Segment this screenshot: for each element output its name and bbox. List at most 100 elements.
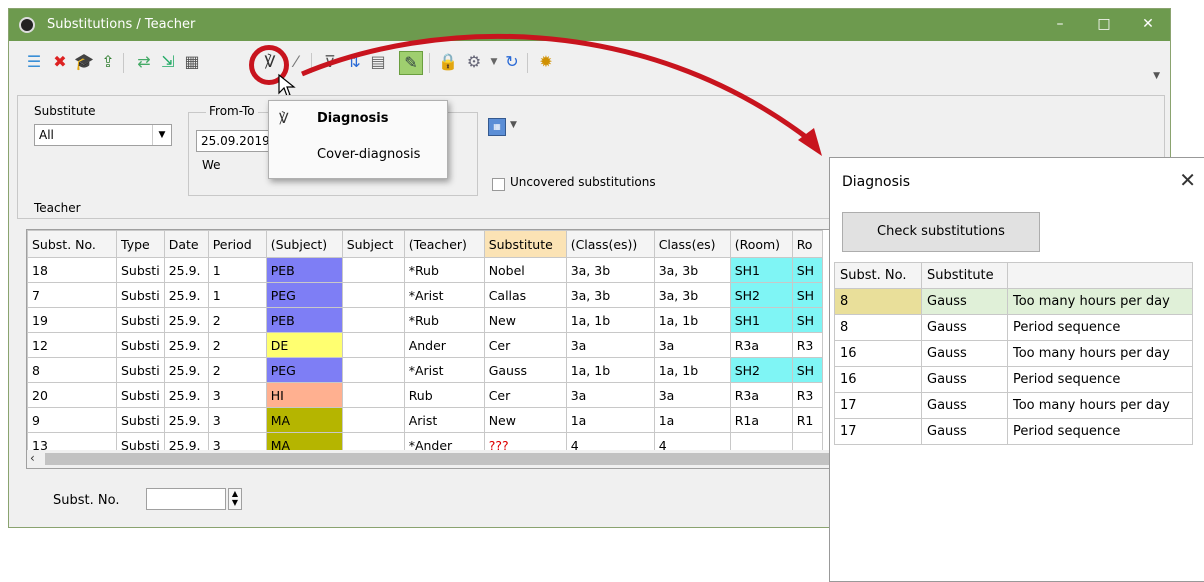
menu-item-cover-diagnosis[interactable]: Cover-diagnosis xyxy=(317,147,420,162)
table-cell[interactable]: 25.9. xyxy=(163,382,209,408)
table-cell[interactable] xyxy=(341,407,405,433)
table-cell[interactable]: SH xyxy=(791,307,823,333)
diagnosis-cell[interactable]: 8 xyxy=(834,288,922,315)
diagnosis-cell[interactable]: Too many hours per day xyxy=(1007,340,1193,367)
minimize-button[interactable]: – xyxy=(1038,9,1082,41)
diagnosis-row[interactable]: 8 Gauss Period sequence xyxy=(834,314,1193,341)
table-cell[interactable]: 8 xyxy=(27,357,117,383)
table-cell[interactable]: Substi xyxy=(116,407,165,433)
horizontal-scrollbar[interactable]: ‹ xyxy=(27,450,837,468)
column-header[interactable]: (Room) xyxy=(729,230,793,258)
settings-gear-icon[interactable]: ✹ xyxy=(535,51,557,73)
swap-icon[interactable]: ⇄ xyxy=(133,51,155,73)
date-field[interactable]: 25.09.2019 xyxy=(196,130,276,152)
table-cell[interactable]: *Rub xyxy=(403,257,485,283)
column-header[interactable]: Ro xyxy=(791,230,823,258)
table-cell[interactable]: HI xyxy=(265,382,343,408)
import-icon[interactable]: ⇲ xyxy=(157,51,179,73)
table-cell[interactable]: SH1 xyxy=(729,257,793,283)
table-cell[interactable]: 3a, 3b xyxy=(565,257,655,283)
table-cell[interactable]: *Arist xyxy=(403,357,485,383)
table-cell[interactable]: 25.9. xyxy=(163,407,209,433)
table-cell[interactable]: Rub xyxy=(403,382,485,408)
table-cell[interactable]: R1a xyxy=(729,407,793,433)
calendar-dropdown-button[interactable]: ▦ ▼ xyxy=(484,114,528,140)
table-cell[interactable]: 9 xyxy=(27,407,117,433)
table-cell[interactable]: Gauss xyxy=(483,357,567,383)
table-cell[interactable]: 3a xyxy=(653,382,731,408)
diagnosis-cell[interactable]: Period sequence xyxy=(1007,314,1193,341)
table-cell[interactable]: PEG xyxy=(265,282,343,308)
diagnosis-cell[interactable]: 8 xyxy=(834,314,922,341)
table-cell[interactable]: *Arist xyxy=(403,282,485,308)
table-cell[interactable]: 25.9. xyxy=(163,332,209,358)
diagnosis-cell[interactable]: Gauss xyxy=(921,340,1008,367)
column-header[interactable]: Date xyxy=(163,230,209,258)
table-cell[interactable] xyxy=(341,382,405,408)
table-cell[interactable]: R3a xyxy=(729,382,793,408)
table-cell[interactable]: DE xyxy=(265,332,343,358)
table-cell[interactable]: Cer xyxy=(483,332,567,358)
table-cell[interactable]: 18 xyxy=(27,257,117,283)
edit-icon[interactable]: ✎ xyxy=(399,51,423,75)
diagnosis-cell[interactable]: Gauss xyxy=(921,314,1008,341)
grid-icon[interactable]: ▤ xyxy=(367,51,389,73)
table-cell[interactable]: Cer xyxy=(483,382,567,408)
table-cell[interactable]: 1a, 1b xyxy=(565,307,655,333)
table-cell[interactable]: 1a, 1b xyxy=(565,357,655,383)
column-header[interactable] xyxy=(1007,262,1193,289)
table-row[interactable]: 12 Substi 25.9. 2 DE Ander Cer 3a 3a R3a R3 xyxy=(27,332,823,358)
diagnosis-cell[interactable]: Too many hours per day xyxy=(1007,288,1193,315)
table-cell[interactable]: PEG xyxy=(265,357,343,383)
table-row[interactable]: 8 Substi 25.9. 2 PEG *Arist Gauss 1a, 1b 1a, 1b S… xyxy=(27,357,823,383)
column-header[interactable]: Class(es) xyxy=(653,230,731,258)
table-cell[interactable]: 2 xyxy=(207,357,267,383)
table-cell[interactable]: R3 xyxy=(791,332,823,358)
table-cell[interactable]: PEB xyxy=(265,307,343,333)
table-cell[interactable]: Substi xyxy=(116,382,165,408)
table-cell[interactable]: 1a, 1b xyxy=(653,357,731,383)
column-header[interactable]: (Subject) xyxy=(265,230,343,258)
table-cell[interactable] xyxy=(341,332,405,358)
check-substitutions-button[interactable]: Check substitutions xyxy=(842,212,1040,252)
diagnosis-cell[interactable]: Gauss xyxy=(921,392,1008,419)
table-cell[interactable]: 1 xyxy=(207,257,267,283)
table-cell[interactable]: MA xyxy=(265,407,343,433)
diagnosis-cell[interactable]: 17 xyxy=(834,418,922,445)
close-icon[interactable]: ✕ xyxy=(1179,168,1196,192)
menu-item-diagnosis[interactable]: Diagnosis xyxy=(317,111,388,126)
substitute-select[interactable]: All ▼ xyxy=(34,124,172,146)
table-cell[interactable]: 2 xyxy=(207,332,267,358)
column-header[interactable]: Period xyxy=(207,230,267,258)
table-cell[interactable]: SH2 xyxy=(729,357,793,383)
table-cell[interactable]: SH1 xyxy=(729,307,793,333)
table-cell[interactable]: 19 xyxy=(27,307,117,333)
table-cell[interactable]: Substi xyxy=(116,307,165,333)
column-header[interactable]: (Teacher) xyxy=(403,230,485,258)
table-cell[interactable]: 1a, 1b xyxy=(653,307,731,333)
table-cell[interactable]: 3a, 3b xyxy=(653,282,731,308)
diagnosis-row[interactable]: 8 Gauss Too many hours per day xyxy=(834,288,1193,315)
table-cell[interactable] xyxy=(341,307,405,333)
table-cell[interactable]: 7 xyxy=(27,282,117,308)
table-cell[interactable]: 25.9. xyxy=(163,257,209,283)
delete-icon[interactable]: ✖ xyxy=(49,51,71,73)
table-cell[interactable]: Arist xyxy=(403,407,485,433)
table-row[interactable]: 20 Substi 25.9. 3 HI Rub Cer 3a 3a R3a R3 xyxy=(27,382,823,408)
diagnosis-cell[interactable]: Too many hours per day xyxy=(1007,392,1193,419)
table-cell[interactable]: Substi xyxy=(116,257,165,283)
lock-icon[interactable]: 🔒 xyxy=(437,51,459,73)
diagnosis-row[interactable]: 16 Gauss Too many hours per day xyxy=(834,340,1193,367)
export-icon[interactable]: ⇪ xyxy=(97,51,119,73)
column-header[interactable]: Substitute xyxy=(921,262,1008,289)
diagnosis-cell[interactable]: Gauss xyxy=(921,288,1008,315)
table-cell[interactable]: Nobel xyxy=(483,257,567,283)
table-cell[interactable]: SH xyxy=(791,282,823,308)
table-row[interactable]: 9 Substi 25.9. 3 MA Arist New 1a 1a R1a R1 xyxy=(27,407,823,433)
diagnosis-cell[interactable]: 16 xyxy=(834,340,922,367)
table-cell[interactable]: 25.9. xyxy=(163,307,209,333)
table-row[interactable]: 18 Substi 25.9. 1 PEB *Rub Nobel 3a, 3b 3a, 3b SH… xyxy=(27,257,823,283)
close-button[interactable]: ✕ xyxy=(1126,9,1170,41)
uncovered-checkbox[interactable] xyxy=(492,178,505,191)
toolbar-overflow-icon[interactable]: ▼ xyxy=(1153,71,1160,81)
